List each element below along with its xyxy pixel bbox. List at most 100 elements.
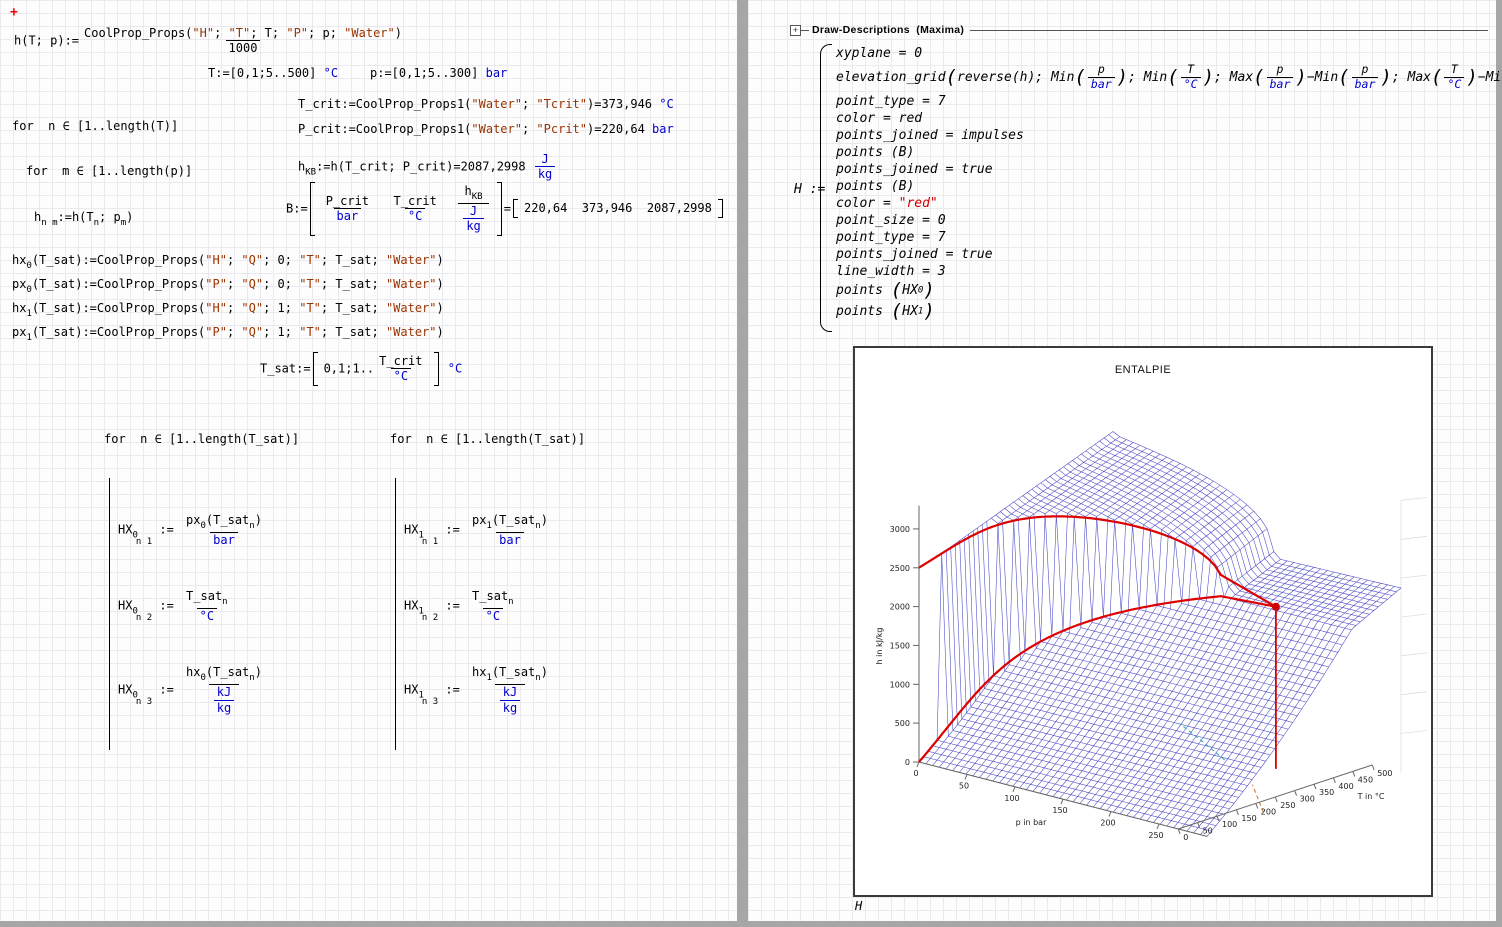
3d-plot-region[interactable]: 0500100015002000250030000501001502002500… [853,346,1433,897]
fraction: hx0(T_satn)kJkg [183,665,265,715]
tick-label: 2000 [890,603,910,612]
fraction: T°C [1444,63,1464,92]
maxima-line: color = "red" [836,196,1502,211]
maxima-draw-block[interactable]: xyplane = 0 elevation_grid(reverse(h); M… [836,46,1502,323]
T-tick [1314,784,1316,789]
formula-Pcrit[interactable]: P_crit:=CoolProp_Props1("Water"; "Pcrit"… [298,122,674,137]
collapse-toggle-icon[interactable]: + [790,25,801,36]
for-line: for n ∈ [1..length(T_sat)] [104,432,299,446]
worksheet-page-right[interactable]: + Draw-Descriptions (Maxima) H := xyplan… [748,0,1496,921]
section-dash [801,30,809,31]
mesh-line [1100,441,1388,599]
tick-label: 350 [1319,788,1334,797]
formula-p-range[interactable]: p:=[0,1;5..300] bar [370,66,507,81]
maxima-line: points (B) [836,145,1502,160]
worksheet-page-left[interactable]: + h(T; p):=CoolProp_Props("H"; "T"; T; "… [0,0,737,921]
fraction: T°C [1181,63,1201,92]
big-paren [820,44,832,332]
p-tick [1157,824,1159,829]
formula-hKB[interactable]: hKB:=h(T_crit; P_crit)=2087,2998 Jkg [298,152,557,182]
tick-label: 100 [1004,794,1019,803]
plot-title: ENTALPIE [855,364,1431,376]
mesh-line [928,751,1216,825]
tick-label: 300 [1300,795,1315,804]
for-line: for n ∈ [1..length(T_sat)] [390,432,585,446]
loop-row: HX0n 1 := px0(T_satn)bar [118,513,299,547]
mesh-line [1053,505,1247,797]
mesh-line [1066,519,1260,800]
enthalpy-surface-plot: 0500100015002000250030000501001502002500… [855,348,1431,895]
formula-hx0[interactable]: hx0(T_sat):=CoolProp_Props("H"; "Q"; 0; … [12,253,444,272]
mesh-line [1005,508,1293,722]
maxima-line: points (B) [836,179,1502,194]
formula-B-matrix[interactable]: B:=P_critbar T_crit°C hKBJkg=220,64 373,… [286,182,725,236]
p-tick [1061,799,1063,804]
section-title: Draw-Descriptions (Maxima) [809,24,967,36]
fraction: T_crit°C [391,194,440,224]
bracket-group: P_critbar T_crit°C hKBJkg [310,182,502,236]
backwall-gridline [1401,731,1427,734]
fraction: hKBJkg [458,184,488,234]
formula-HX1-loop[interactable]: for n ∈ [1..length(T_sat)] HX1n 1 := px1… [390,404,585,778]
formula-px0[interactable]: px0(T_sat):=CoolProp_Props("P"; "Q"; 0; … [12,277,444,296]
tick-label: 100 [1222,820,1237,829]
tick-label: 50 [959,781,969,790]
mesh-line [1077,457,1365,618]
tick-label: 0 [913,769,918,778]
fraction: kJkg [214,685,234,715]
maxima-line: point_size = 0 [836,213,1502,228]
maxima-line: points_joined = impulses [836,128,1502,143]
tick-label: 500 [1377,769,1392,778]
tick-label: 200 [1100,819,1115,828]
maxima-line: color = red [836,111,1502,126]
tick-label: 2500 [890,564,910,573]
T-tick [1256,803,1258,808]
loop-row: HX0n 2 := T_satn°C [118,589,299,623]
backwall-gridline [1401,614,1427,617]
T-tick [1353,771,1355,776]
mesh-line [978,528,1266,762]
for-line: for n ∈ [1..length(T)] [12,119,192,133]
maxima-line: line_width = 3 [836,264,1502,279]
mesh-line [973,531,1261,768]
fraction: px0(T_satn)bar [183,513,265,547]
formula-Tcrit[interactable]: T_crit:=CoolProp_Props1("Water"; "Tcrit"… [298,97,674,112]
formula-Tsat-range[interactable]: T_sat:=0,1;1..T_crit°C °C [260,352,462,386]
section-rule [970,30,1488,31]
backwall-gridline [1401,653,1427,656]
p-tick [965,774,967,779]
formula-h-definition[interactable]: h(T; p):=CoolProp_Props("H"; "T"; T; "P"… [14,26,407,56]
tick-label: 500 [895,719,910,728]
tick-label: 200 [1261,807,1276,816]
maxima-line: points_joined = true [836,247,1502,262]
fraction: Jkg [535,152,555,182]
critical-point-marker [1272,603,1280,611]
smath-worksheet: + h(T; p):=CoolProp_Props("H"; "T"; T; "… [0,0,1502,927]
backwall-gridline [1401,575,1427,578]
backwall-gridline [1401,692,1427,695]
p-tick [1013,787,1015,792]
tick-label: 50 [1203,827,1213,836]
base-contour-teal [1180,724,1225,760]
tick-label: 3000 [890,525,910,534]
fraction: hx1(T_satn)kJkg [469,665,551,715]
maxima-line: points (HX0) [836,281,1502,300]
bracket-group: 220,64 373,946 2087,2998 [513,199,723,218]
maxima-line: point_type = 7 [836,230,1502,245]
formula-hx1[interactable]: hx1(T_sat):=CoolProp_Props("H"; "Q"; 1; … [12,301,444,320]
tick-label: 0 [1183,833,1188,842]
fraction: pbar [1088,63,1115,92]
insertion-cursor-icon: + [10,5,18,20]
fraction: CoolProp_Props("H"; "T"; T; "P"; p; "Wat… [81,26,405,56]
formula-px1[interactable]: px1(T_sat):=CoolProp_Props("P"; "Q"; 1; … [12,325,444,344]
T-tick [1275,797,1277,802]
T-tick [1333,778,1335,783]
plot-region-label: H [855,899,862,913]
formula-nested-for-loop[interactable]: for n ∈ [1..length(T)] for m ∈ [1..lengt… [12,91,192,256]
loop-body: HX0n 1 := px0(T_satn)bar HX0n 2 := T_sat… [109,478,299,750]
fraction: pbar [1267,63,1294,92]
formula-T-range[interactable]: T:=[0,1;5..500] °C [208,66,338,81]
for-body-line: hn m:=h(Tn; pm) [34,210,192,228]
formula-HX0-loop[interactable]: for n ∈ [1..length(T_sat)] HX0n 1 := px0… [104,404,299,778]
mesh-line [1082,454,1370,614]
